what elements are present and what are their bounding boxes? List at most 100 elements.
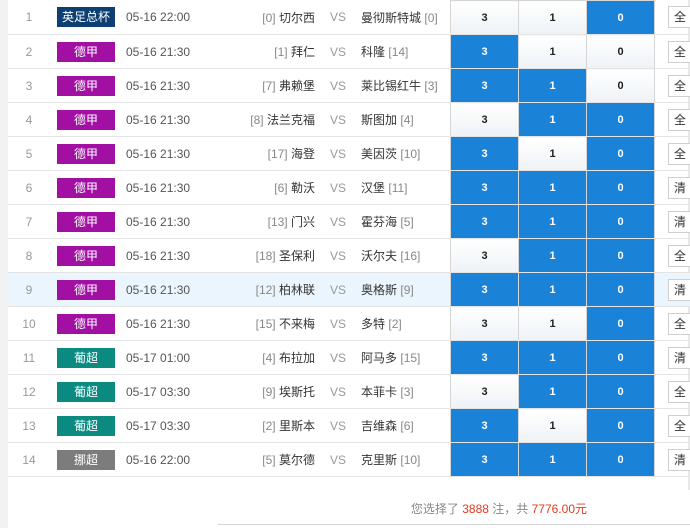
odd-option-win[interactable]: 3 xyxy=(450,170,519,205)
odd-option-draw[interactable]: 1 xyxy=(518,0,587,35)
odd-option-draw[interactable]: 1 xyxy=(518,102,587,137)
away-rank: [4] xyxy=(400,113,414,127)
odd-option-draw[interactable]: 1 xyxy=(518,34,587,69)
league-badge[interactable]: 德甲 xyxy=(57,143,115,164)
select-toggle-button[interactable]: 全 xyxy=(668,40,690,63)
select-toggle-button[interactable]: 全 xyxy=(668,380,690,403)
vs-label: VS xyxy=(315,238,361,273)
select-toggle-button[interactable]: 全 xyxy=(668,108,690,131)
odd-option-draw[interactable]: 1 xyxy=(518,306,587,341)
match-table: 1 英足总杯 05-16 22:00 [0] 切尔西 VS 曼彻斯特城 [0] 3 1 0 全 2 德… xyxy=(8,0,690,477)
action-cell: 全 xyxy=(654,102,690,137)
home-team: [1] 拜仁 xyxy=(210,34,315,69)
odd-option-lose[interactable]: 0 xyxy=(586,0,655,35)
league-badge[interactable]: 德甲 xyxy=(57,109,115,130)
home-rank: [2] xyxy=(262,419,276,433)
select-toggle-button[interactable]: 全 xyxy=(668,6,690,29)
home-team-name: 布拉加 xyxy=(278,351,315,365)
odd-option-win[interactable]: 3 xyxy=(450,340,519,375)
match-number: 13 xyxy=(8,408,50,443)
home-rank: [8] xyxy=(250,113,264,127)
odd-option-lose[interactable]: 0 xyxy=(586,374,655,409)
odd-option-draw[interactable]: 1 xyxy=(518,238,587,273)
odd-option-lose[interactable]: 0 xyxy=(586,34,655,69)
odd-option-lose[interactable]: 0 xyxy=(586,272,655,307)
odd-option-lose[interactable]: 0 xyxy=(586,102,655,137)
league-badge[interactable]: 德甲 xyxy=(57,313,115,334)
league-badge[interactable]: 挪超 xyxy=(57,449,115,470)
home-rank: [0] xyxy=(262,10,276,25)
action-cell: 清 xyxy=(654,340,690,375)
home-rank: [5] xyxy=(262,453,276,467)
odd-option-draw[interactable]: 1 xyxy=(518,204,587,239)
odd-option-win[interactable]: 3 xyxy=(450,238,519,273)
away-team-name: 克里斯 xyxy=(361,453,398,467)
league-badge[interactable]: 德甲 xyxy=(57,177,115,198)
odd-option-win[interactable]: 3 xyxy=(450,102,519,137)
league-badge[interactable]: 葡超 xyxy=(57,415,115,436)
league-cell: 德甲 xyxy=(50,68,122,103)
odd-option-lose[interactable]: 0 xyxy=(586,306,655,341)
odd-option-win[interactable]: 3 xyxy=(450,272,519,307)
select-toggle-button[interactable]: 全 xyxy=(668,312,690,335)
odd-option-lose[interactable]: 0 xyxy=(586,408,655,443)
league-badge[interactable]: 德甲 xyxy=(57,41,115,62)
odd-option-win[interactable]: 3 xyxy=(450,374,519,409)
away-team: 奥格斯 [9] xyxy=(361,272,451,307)
odd-option-win[interactable]: 3 xyxy=(450,442,519,477)
odd-option-lose[interactable]: 0 xyxy=(586,136,655,171)
select-toggle-button[interactable]: 清 xyxy=(668,210,690,233)
league-badge[interactable]: 德甲 xyxy=(57,211,115,232)
odd-option-draw[interactable]: 1 xyxy=(518,68,587,103)
select-toggle-button[interactable]: 清 xyxy=(668,448,690,471)
odd-option-win[interactable]: 3 xyxy=(450,136,519,171)
vs-label: VS xyxy=(315,68,361,103)
odd-option-draw[interactable]: 1 xyxy=(518,170,587,205)
home-team-name: 柏林联 xyxy=(278,283,315,297)
odd-option-draw[interactable]: 1 xyxy=(518,374,587,409)
home-team-name: 里斯本 xyxy=(278,419,315,433)
selection-summary: 您选择了 3888 注，共 7776.00元 xyxy=(0,500,587,517)
away-team: 吉维森 [6] xyxy=(361,408,451,443)
away-team: 沃尔夫 [16] xyxy=(361,238,451,273)
league-badge[interactable]: 英足总杯 xyxy=(57,7,115,28)
odd-option-win[interactable]: 3 xyxy=(450,306,519,341)
league-badge[interactable]: 葡超 xyxy=(57,381,115,402)
league-badge[interactable]: 葡超 xyxy=(57,347,115,368)
odd-option-win[interactable]: 3 xyxy=(450,0,519,35)
odd-option-lose[interactable]: 0 xyxy=(586,340,655,375)
select-toggle-button[interactable]: 全 xyxy=(668,142,690,165)
select-toggle-button[interactable]: 全 xyxy=(668,414,690,437)
league-badge[interactable]: 德甲 xyxy=(57,279,115,300)
vs-label: VS xyxy=(315,272,361,307)
match-time: 05-16 22:00 xyxy=(122,442,210,477)
select-toggle-button[interactable]: 清 xyxy=(668,176,690,199)
odd-option-draw[interactable]: 1 xyxy=(518,442,587,477)
odd-option-lose[interactable]: 0 xyxy=(586,442,655,477)
action-cell: 全 xyxy=(654,0,690,35)
home-rank: [13] xyxy=(267,215,288,229)
away-rank: [10] xyxy=(400,453,421,467)
odd-option-lose[interactable]: 0 xyxy=(586,238,655,273)
odd-option-draw[interactable]: 1 xyxy=(518,272,587,307)
odd-option-draw[interactable]: 1 xyxy=(518,136,587,171)
select-toggle-button[interactable]: 全 xyxy=(668,244,690,267)
odd-option-lose[interactable]: 0 xyxy=(586,68,655,103)
odd-option-win[interactable]: 3 xyxy=(450,408,519,443)
odd-option-draw[interactable]: 1 xyxy=(518,340,587,375)
odd-option-lose[interactable]: 0 xyxy=(586,204,655,239)
home-team: [18] 圣保利 xyxy=(210,238,315,273)
odd-option-lose[interactable]: 0 xyxy=(586,170,655,205)
odd-option-win[interactable]: 3 xyxy=(450,34,519,69)
vs-label: VS xyxy=(315,34,361,69)
select-toggle-button[interactable]: 清 xyxy=(668,346,690,369)
league-badge[interactable]: 德甲 xyxy=(57,75,115,96)
odd-option-draw[interactable]: 1 xyxy=(518,408,587,443)
league-badge[interactable]: 德甲 xyxy=(57,245,115,266)
odd-option-win[interactable]: 3 xyxy=(450,68,519,103)
match-row: 9 德甲 05-16 21:30 [12] 柏林联 VS 奥格斯 [9] 3 1 0 清 xyxy=(8,272,690,307)
odd-option-win[interactable]: 3 xyxy=(450,204,519,239)
away-team: 阿马多 [15] xyxy=(361,340,451,375)
select-toggle-button[interactable]: 全 xyxy=(668,74,690,97)
select-toggle-button[interactable]: 清 xyxy=(668,278,690,301)
